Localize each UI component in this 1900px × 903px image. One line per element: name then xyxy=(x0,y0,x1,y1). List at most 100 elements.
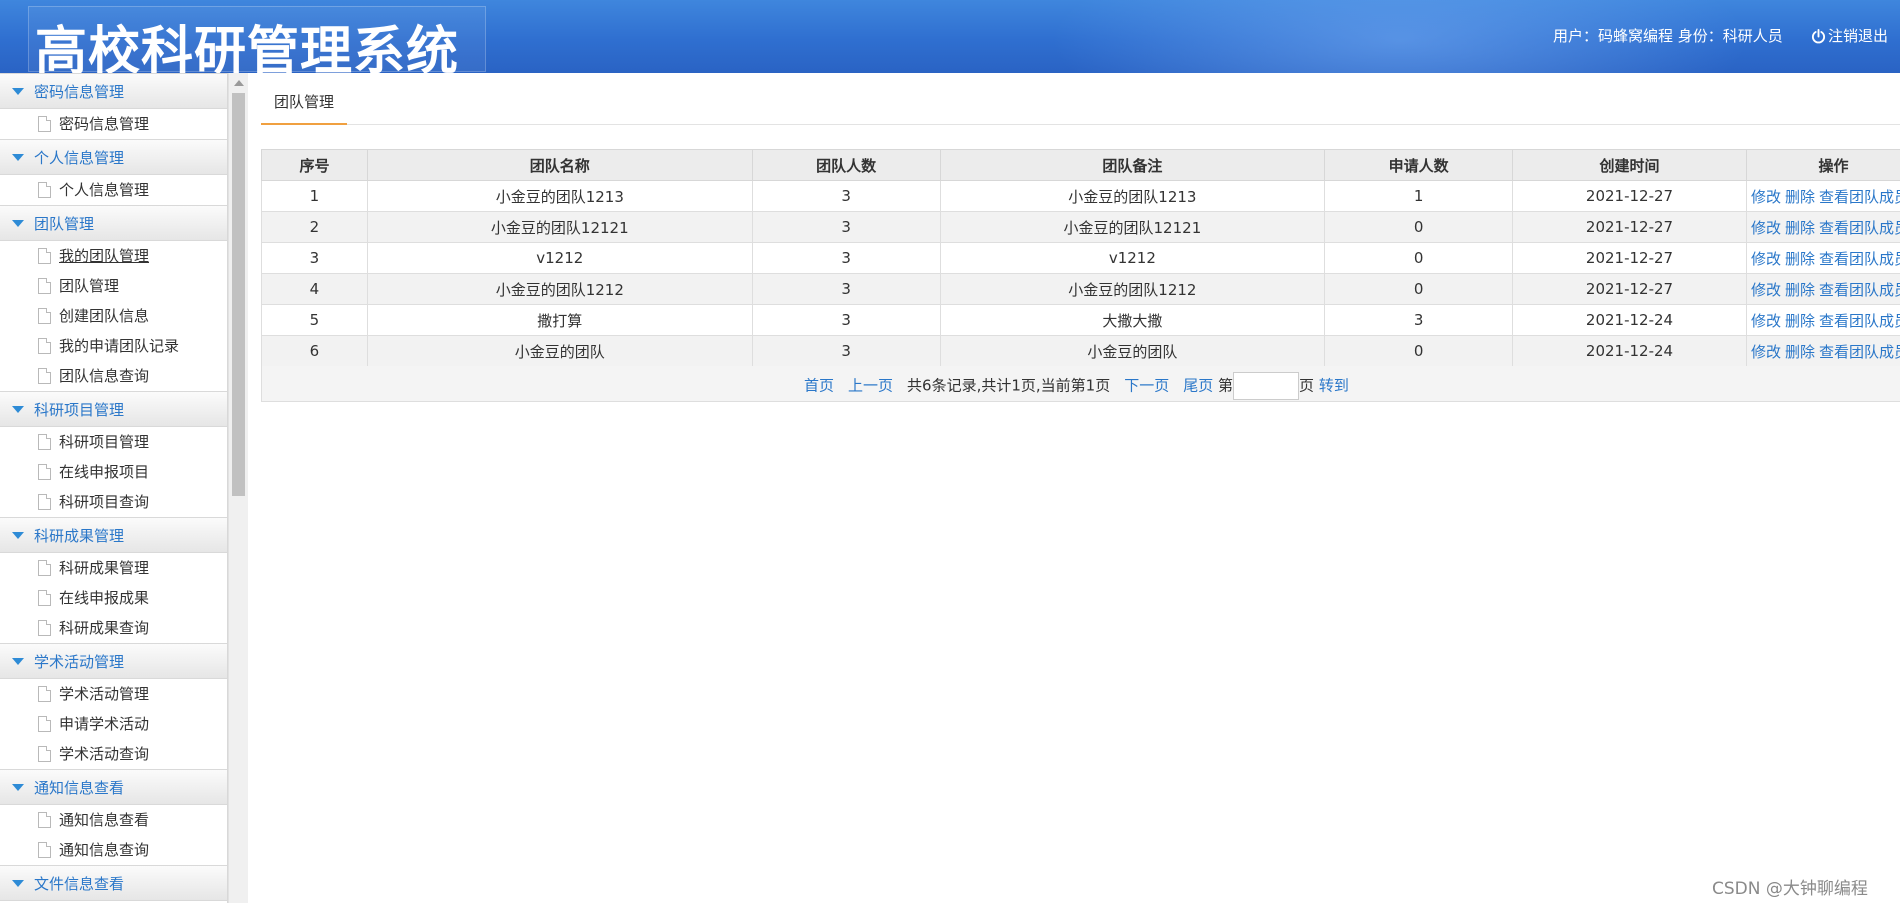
table-cell: 小金豆的团队 xyxy=(939,335,1326,367)
sidebar-item[interactable]: 申请学术活动 xyxy=(0,709,227,739)
table-cell: 6 xyxy=(261,335,368,367)
pager-page-suffix: 页 xyxy=(1299,376,1315,395)
sidebar-item[interactable]: 在线申报成果 xyxy=(0,583,227,613)
sidebar-item[interactable]: 我的团队管理 xyxy=(0,241,227,271)
edit-link[interactable]: 修改 xyxy=(1751,188,1781,206)
sidebar-item[interactable]: 通知信息查询 xyxy=(0,835,227,865)
document-icon xyxy=(38,368,51,384)
sidebar-section-header[interactable]: 通知信息查看 xyxy=(0,769,227,805)
edit-link[interactable]: 修改 xyxy=(1751,219,1781,237)
sidebar-item[interactable]: 团队信息查询 xyxy=(0,361,227,391)
table-cell: 2021-12-27 xyxy=(1512,242,1747,274)
sidebar-item[interactable]: 我的申请团队记录 xyxy=(0,331,227,361)
row-actions: 修改 删除 查看团队成员 xyxy=(1745,273,1900,305)
delete-link[interactable]: 删除 xyxy=(1785,250,1815,268)
document-icon xyxy=(38,842,51,858)
column-header: 团队备注 xyxy=(939,149,1326,181)
delete-link[interactable]: 删除 xyxy=(1785,188,1815,206)
edit-link[interactable]: 修改 xyxy=(1751,312,1781,330)
table-body: 1 小金豆的团队1213 3 小金豆的团队1213 1 2021-12-27 修改 删除 查看团… xyxy=(261,180,1900,367)
delete-link[interactable]: 删除 xyxy=(1785,343,1815,361)
pager-prev-link[interactable]: 上一页 xyxy=(848,377,893,395)
table-cell: 2021-12-24 xyxy=(1512,335,1747,367)
sidebar-item-label: 通知信息查询 xyxy=(59,841,150,859)
pager-next-link[interactable]: 下一页 xyxy=(1124,377,1169,395)
pager-page-prefix: 第 xyxy=(1218,376,1234,395)
sidebar-item[interactable]: 科研项目管理 xyxy=(0,427,227,457)
sidebar-section-header[interactable]: 密码信息管理 xyxy=(0,73,227,109)
sidebar-scrollbar[interactable] xyxy=(228,73,248,903)
view-members-link[interactable]: 查看团队成员 xyxy=(1819,250,1900,268)
table-cell: 0 xyxy=(1324,335,1514,367)
document-icon xyxy=(38,182,51,198)
sidebar-item-label: 密码信息管理 xyxy=(59,115,150,133)
table-cell: 小金豆的团队1213 xyxy=(366,180,753,212)
view-members-link[interactable]: 查看团队成员 xyxy=(1819,312,1900,330)
scroll-thumb[interactable] xyxy=(232,93,245,496)
sidebar-section-header[interactable]: 文件信息查看 xyxy=(0,865,227,901)
row-actions: 修改 删除 查看团队成员 xyxy=(1745,211,1900,243)
sidebar-item[interactable]: 通知信息查看 xyxy=(0,805,227,835)
sidebar-item[interactable]: 密码信息管理 xyxy=(0,109,227,139)
view-members-link[interactable]: 查看团队成员 xyxy=(1819,219,1900,237)
delete-link[interactable]: 删除 xyxy=(1785,219,1815,237)
scroll-up-arrow-icon[interactable] xyxy=(234,80,244,86)
delete-link[interactable]: 删除 xyxy=(1785,312,1815,330)
tab-team-management[interactable]: 团队管理 xyxy=(261,73,347,125)
app-title: 高校科研管理系统 xyxy=(35,22,460,73)
edit-link[interactable]: 修改 xyxy=(1751,343,1781,361)
sidebar-item[interactable]: 学术活动查询 xyxy=(0,739,227,769)
caret-down-icon xyxy=(12,880,24,887)
page-number-input[interactable] xyxy=(1233,372,1300,400)
sidebar-item[interactable]: 科研成果查询 xyxy=(0,613,227,643)
pager-first-link[interactable]: 首页 xyxy=(804,377,834,395)
sidebar-item[interactable]: 团队管理 xyxy=(0,271,227,301)
caret-down-icon xyxy=(12,406,24,413)
table-cell: v1212 xyxy=(366,242,753,274)
sidebar-section-header[interactable]: 科研项目管理 xyxy=(0,391,227,427)
sidebar-item[interactable]: 科研成果管理 xyxy=(0,553,227,583)
table-cell: 小金豆的团队12121 xyxy=(366,211,753,243)
document-icon xyxy=(38,590,51,606)
caret-down-icon xyxy=(12,220,24,227)
view-members-link[interactable]: 查看团队成员 xyxy=(1819,188,1900,206)
column-header: 团队名称 xyxy=(366,149,753,181)
user-info: 用户：码蜂窝编程 身份：科研人员 xyxy=(1553,27,1783,45)
logout-button[interactable]: 注销退出 xyxy=(1811,25,1888,46)
sidebar-section-header[interactable]: 个人信息管理 xyxy=(0,139,227,175)
logout-label: 注销退出 xyxy=(1828,27,1889,45)
view-members-link[interactable]: 查看团队成员 xyxy=(1819,343,1900,361)
edit-link[interactable]: 修改 xyxy=(1751,250,1781,268)
sidebar-item[interactable]: 个人信息管理 xyxy=(0,175,227,205)
table-header-row: 序号 团队名称 团队人数 团队备注 申请人数 创建时间 操作 xyxy=(261,149,1900,181)
sidebar-item[interactable]: 在线申报项目 xyxy=(0,457,227,487)
edit-link[interactable]: 修改 xyxy=(1751,281,1781,299)
sidebar-item-label: 团队信息查询 xyxy=(59,367,150,385)
pager-summary: 共6条记录,共计1页,当前第1页 xyxy=(907,376,1111,395)
pager-last-link[interactable]: 尾页 xyxy=(1183,377,1213,395)
delete-link[interactable]: 删除 xyxy=(1785,281,1815,299)
sidebar-section-header[interactable]: 团队管理 xyxy=(0,205,227,241)
sidebar-item-label: 团队管理 xyxy=(59,277,120,295)
table-cell: 0 xyxy=(1324,211,1514,243)
table-cell: 撒打算 xyxy=(366,304,753,336)
sidebar-item-label: 科研项目查询 xyxy=(59,493,150,511)
sidebar-section-header[interactable]: 学术活动管理 xyxy=(0,643,227,679)
sidebar-section-label: 通知信息查看 xyxy=(34,779,125,797)
document-icon xyxy=(38,434,51,450)
watermark: CSDN @大钟聊编程 xyxy=(1712,879,1868,899)
sidebar: 密码信息管理 密码信息管理 个人信息管理 个人信息管理 团队管理 我的团队管理 团队管理 创建… xyxy=(0,73,228,903)
sidebar-item[interactable]: 科研项目查询 xyxy=(0,487,227,517)
table-cell: 3 xyxy=(751,335,941,367)
sidebar-item[interactable]: 创建团队信息 xyxy=(0,301,227,331)
view-members-link[interactable]: 查看团队成员 xyxy=(1819,281,1900,299)
caret-down-icon xyxy=(12,784,24,791)
sidebar-item[interactable]: 学术活动管理 xyxy=(0,679,227,709)
column-header: 申请人数 xyxy=(1324,149,1514,181)
table-cell: 5 xyxy=(261,304,368,336)
sidebar-section-header[interactable]: 科研成果管理 xyxy=(0,517,227,553)
pager-go-link[interactable]: 转到 xyxy=(1319,377,1349,395)
power-icon xyxy=(1811,29,1826,44)
table-cell: 2021-12-27 xyxy=(1512,211,1747,243)
table-cell: 3 xyxy=(751,273,941,305)
